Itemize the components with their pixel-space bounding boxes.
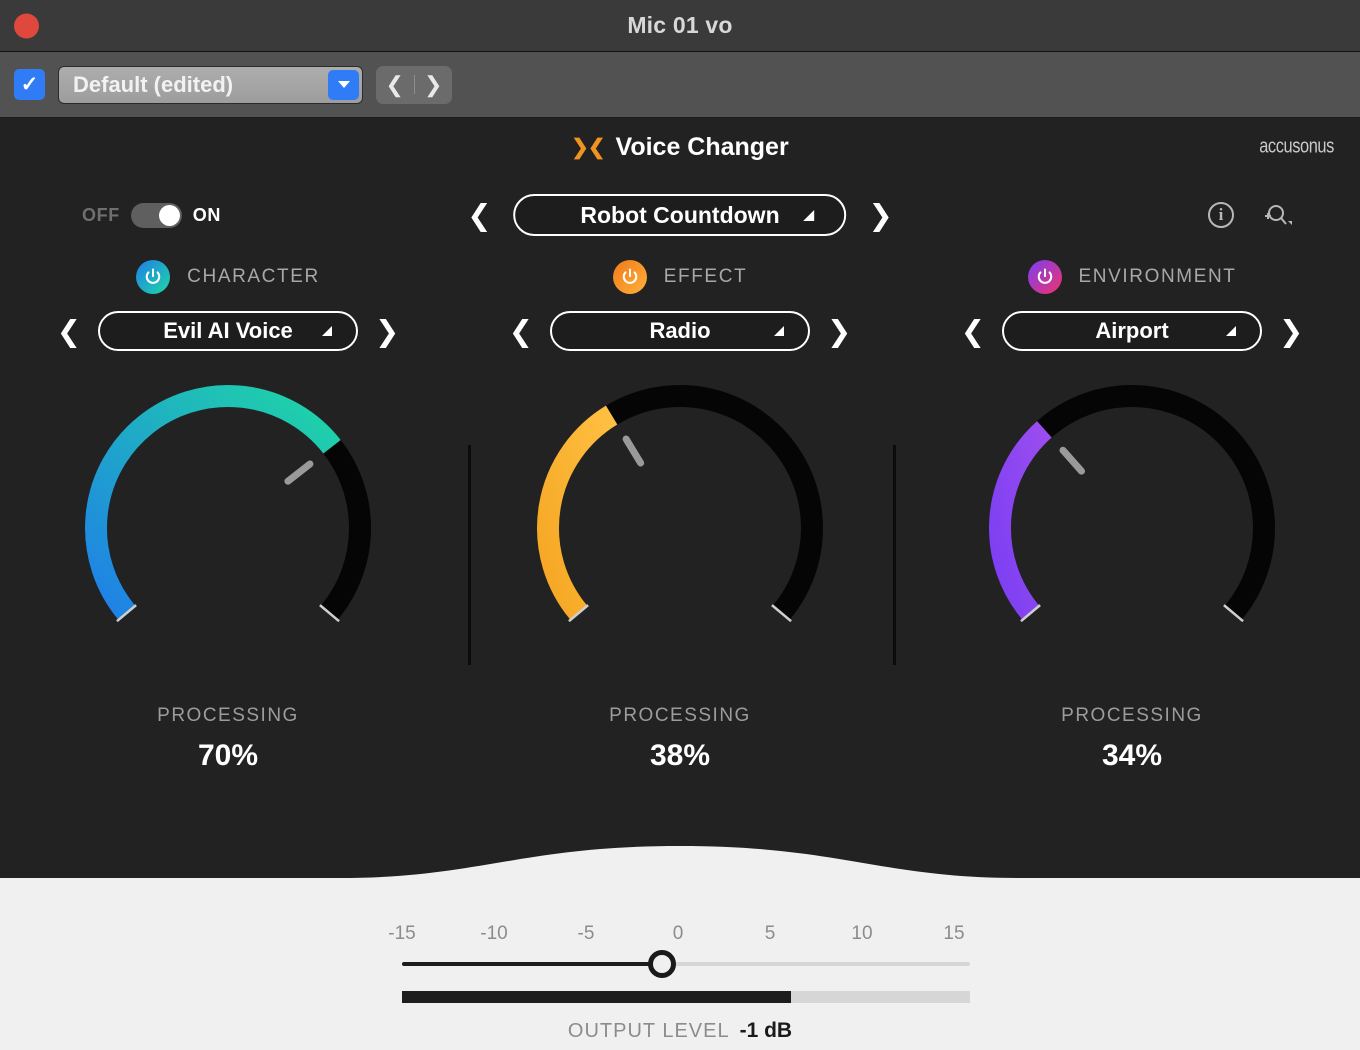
scale-tick: 15 [943,923,965,944]
scale-tick: -15 [388,923,416,944]
character-power-button[interactable] [136,260,171,294]
character-prev-button[interactable]: ❮ [57,316,81,346]
processing-label: PROCESSING [609,705,751,726]
plugin-header: ❯❮ Voice Changer accusonus [0,118,1360,176]
processing-label: PROCESSING [1061,705,1203,726]
host-preset-label: Default (edited) [73,71,234,97]
master-power-group: OFF ON [82,202,221,228]
power-icon [1037,268,1052,284]
slider-handle[interactable] [647,950,676,978]
window-titlebar: Mic 01 vo [0,0,1360,52]
environment-power-button[interactable] [1027,260,1062,294]
module-character: CHARACTER ❮ Evil AI Voice ❯ PROCESSING 7… [2,260,454,773]
window-title: Mic 01 vo [627,12,733,38]
power-off-label: OFF [82,204,120,225]
output-readout: OUTPUT LEVEL -1 dB [568,1019,792,1043]
module-name-label: EFFECT [663,266,748,287]
preset-name: Robot Countdown [580,201,780,228]
environment-value: Airport [1095,318,1169,343]
bypass-checkbox[interactable]: ✓ [14,69,45,100]
info-icon[interactable]: i [1208,202,1234,228]
power-icon [622,268,637,284]
dropdown-triangle-icon [774,326,784,336]
utility-icons: i [1208,202,1292,228]
power-on-label: ON [192,204,221,225]
module-environment: ENVIRONMENT ❮ Airport ❯ PROCESSING 34% [906,260,1358,773]
module-effect: EFFECT ❮ Radio ❯ PROCESSING 38% [454,260,906,773]
module-header: CHARACTER [136,260,320,294]
character-value: Evil AI Voice [163,318,293,343]
module-name-label: ENVIRONMENT [1078,266,1237,287]
environment-dropdown[interactable]: Airport [1002,311,1262,351]
scale-tick: 10 [851,923,873,944]
checkbox-check-icon: ✓ [20,73,39,96]
plugin-body: ❯❮ Voice Changer accusonus OFF ON ❮ Robo… [0,118,1360,893]
module-columns: CHARACTER ❮ Evil AI Voice ❯ PROCESSING 7… [0,260,1360,773]
module-header: ENVIRONMENT [1027,260,1237,294]
output-level-label: OUTPUT LEVEL [567,1020,730,1042]
module-header: EFFECT [612,260,748,294]
character-dropdown[interactable]: Evil AI Voice [98,311,358,351]
power-icon [145,268,161,284]
host-toolbar: ✓ Default (edited) ❮ ❯ [0,52,1360,118]
host-preset-prev-button[interactable]: ❮ [376,72,414,98]
voice-changer-logo-icon: ❯❮ [571,135,605,159]
preset-next-button[interactable]: ❯ [869,200,893,230]
wave-separator [0,846,1360,893]
host-preset-dropdown[interactable]: Default (edited) [58,65,363,104]
environment-processing-value: 34% [1101,739,1163,772]
toggle-knob [158,204,180,226]
plugin-title: Voice Changer [615,132,789,161]
effect-knob[interactable] [525,373,835,683]
host-preset-next-button[interactable]: ❯ [415,72,453,98]
slider-fill [402,962,662,966]
scale-tick: 0 [672,923,684,944]
module-name-label: CHARACTER [187,266,320,287]
plugin-window: Mic 01 vo ✓ Default (edited) ❮ ❯ ❯❮ Voic… [0,0,1360,1050]
effect-power-button[interactable] [612,260,647,294]
output-level-slider[interactable] [390,950,970,978]
processing-label: PROCESSING [157,705,299,726]
character-next-button[interactable]: ❯ [375,316,399,346]
effect-next-button[interactable]: ❯ [827,316,851,346]
output-meter [390,991,970,1003]
character-processing-value: 70% [197,739,259,772]
dropdown-triangle-icon [803,209,815,221]
effect-dropdown[interactable]: Radio [550,311,810,351]
dropdown-triangle-icon [1226,326,1236,336]
scale-tick: -5 [577,923,595,944]
environment-prev-button[interactable]: ❮ [961,316,985,346]
dropdown-triangle-icon [322,326,332,336]
environment-knob[interactable] [977,373,1287,683]
preset-prev-button[interactable]: ❮ [467,200,491,230]
effect-prev-button[interactable]: ❮ [509,316,533,346]
effect-value: Radio [649,318,711,343]
scale-tick: -10 [480,923,508,944]
character-knob[interactable] [73,373,383,683]
module-selector-row: ❮ Airport ❯ [961,311,1303,351]
preset-dropdown[interactable]: Robot Countdown [513,194,847,236]
effect-processing-value: 38% [649,739,711,772]
host-preset-nav: ❮ ❯ [376,65,453,104]
output-level-value: -1 dB [739,1019,793,1042]
global-controls-row: OFF ON ❮ Robot Countdown ❯ i [0,176,1360,254]
module-selector-row: ❮ Radio ❯ [509,311,851,351]
accusonus-logo: accusonus [1259,135,1334,158]
close-window-button[interactable] [14,13,39,38]
environment-next-button[interactable]: ❯ [1279,316,1303,346]
meter-fill [402,991,792,1003]
chevron-down-icon[interactable] [328,69,359,100]
output-section: -15 -10 -5 0 5 10 15 OUTPUT LEVEL -1 dB [0,893,1360,1050]
zoom-magnifier-icon[interactable] [1260,202,1292,228]
scale-tick: 5 [764,923,776,944]
preset-browser: ❮ Robot Countdown ❯ [467,194,893,236]
output-scale: -15 -10 -5 0 5 10 15 [388,923,970,951]
module-selector-row: ❮ Evil AI Voice ❯ [57,311,399,351]
master-power-toggle[interactable] [130,202,182,228]
